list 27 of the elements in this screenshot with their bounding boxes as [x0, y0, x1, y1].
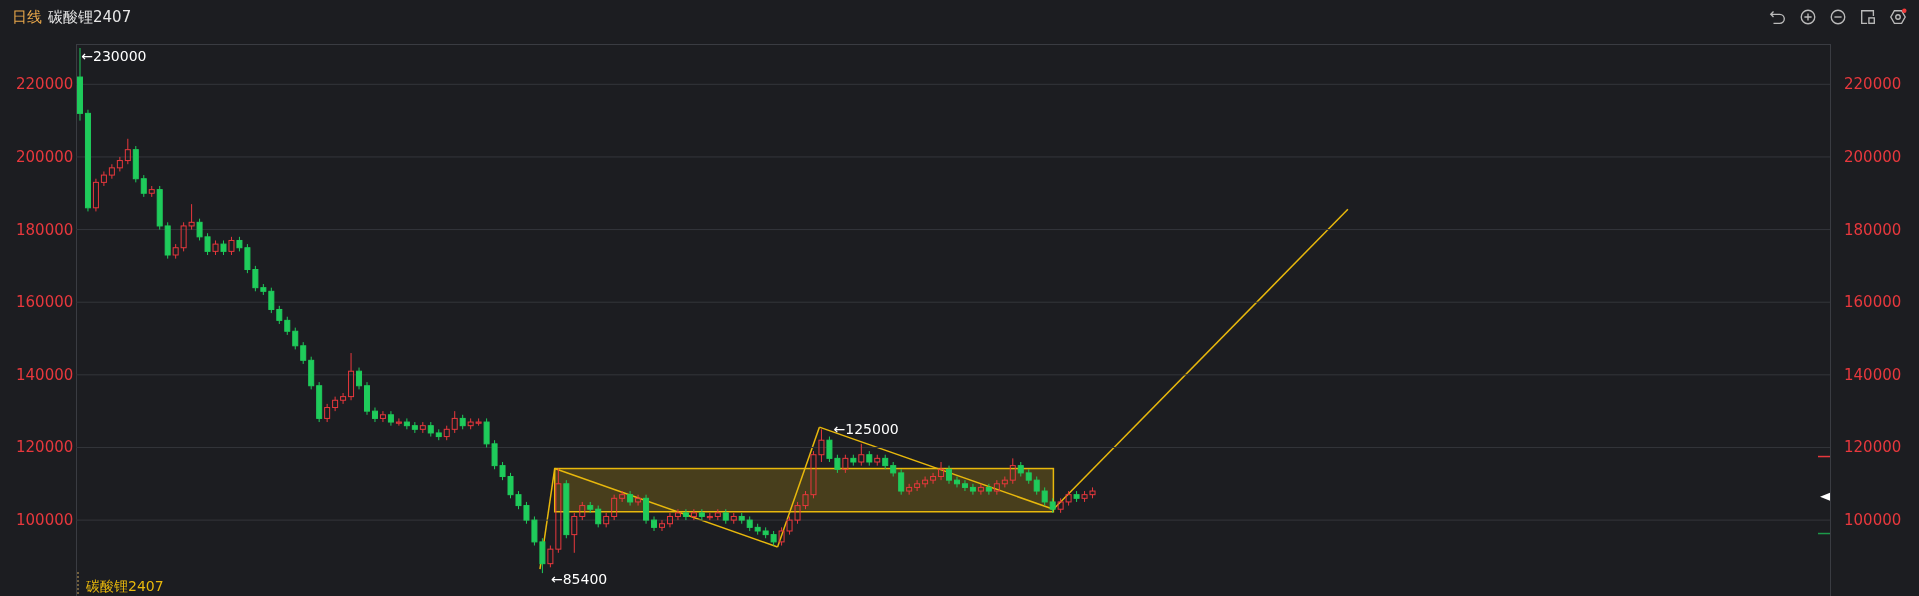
settings-icon[interactable]	[1889, 8, 1907, 26]
period-label: 日线	[12, 8, 42, 27]
window-icon[interactable]	[1859, 8, 1877, 26]
y-axis-label: 200000	[1844, 147, 1902, 166]
y-axis-label: 220000	[1844, 75, 1902, 94]
y-axis-label: 140000	[1844, 365, 1902, 384]
legend-label: 碳酸锂2407	[86, 578, 164, 594]
price-annotation: ←125000	[833, 420, 899, 437]
y-axis-label: 100000	[1844, 511, 1902, 530]
y-axis-label: 220000	[16, 75, 74, 94]
y-axis-label: 120000	[16, 438, 74, 457]
symbol-title: 碳酸锂2407	[48, 8, 132, 27]
y-axis-label: 180000	[16, 220, 74, 239]
y-axis-label: 180000	[1844, 220, 1902, 239]
y-axis-label: 140000	[16, 365, 74, 384]
y-axis-label: 100000	[16, 511, 74, 530]
zoom-in-icon[interactable]	[1799, 8, 1817, 26]
zoom-out-icon[interactable]	[1829, 8, 1847, 26]
price-annotation: ←85400	[550, 570, 608, 587]
price-marker	[1817, 532, 1831, 535]
last-price-marker	[1820, 492, 1830, 501]
price-marker	[1817, 455, 1831, 458]
y-axis-label: 160000	[16, 293, 74, 312]
y-axis-label: 200000	[16, 147, 74, 166]
y-axis-label: 120000	[1844, 438, 1902, 457]
price-annotation: ←230000	[81, 48, 147, 64]
y-axis-label: 160000	[1844, 293, 1902, 312]
